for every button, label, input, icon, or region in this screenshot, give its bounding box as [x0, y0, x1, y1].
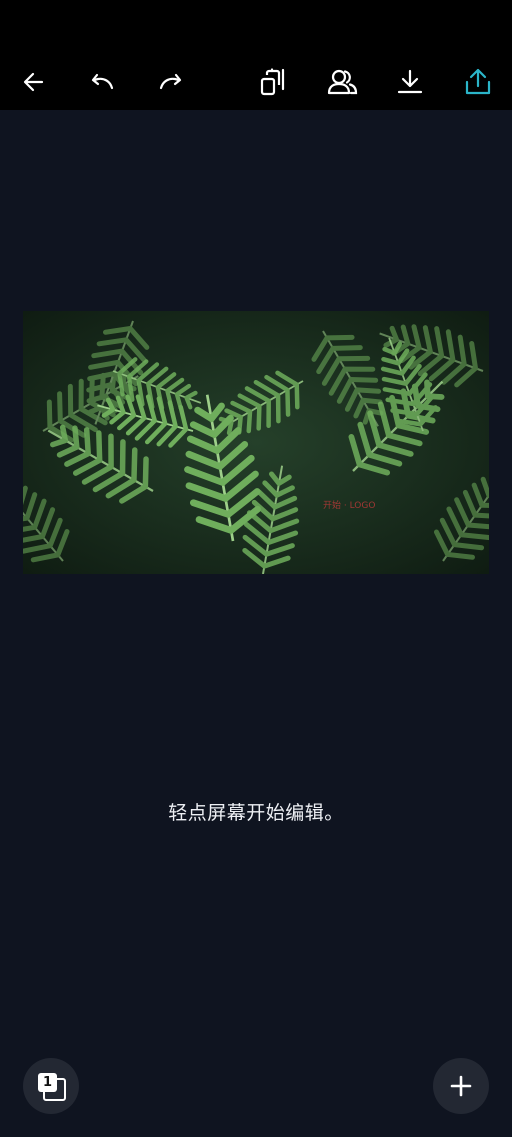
editor-screen: 开始 · LOGO 轻点屏幕开始编辑。 1: [0, 0, 512, 1137]
share-button[interactable]: [458, 62, 498, 102]
layers-icon: [260, 68, 285, 96]
layers-button[interactable]: [253, 62, 293, 102]
download-icon: [397, 69, 423, 94]
tap-to-edit-hint: 轻点屏幕开始编辑。: [168, 802, 344, 824]
undo-button[interactable]: [82, 62, 122, 102]
download-button[interactable]: [390, 62, 430, 102]
fern-image[interactable]: 开始 · LOGO: [23, 311, 489, 574]
undo-icon: [91, 73, 114, 90]
people-icon: [327, 69, 358, 95]
fern-photo: 开始 · LOGO: [23, 311, 489, 574]
redo-button[interactable]: [151, 62, 191, 102]
pages-button[interactable]: 1: [23, 1058, 79, 1114]
top-toolbar: [0, 0, 512, 110]
pages-icon: 1: [38, 1073, 66, 1101]
back-button[interactable]: [14, 62, 54, 102]
page-count: 1: [38, 1073, 57, 1092]
redo-icon: [159, 73, 182, 90]
plus-icon: [450, 1075, 472, 1097]
arrow-left-icon: [23, 72, 44, 92]
collaborators-button[interactable]: [322, 62, 362, 102]
add-element-button[interactable]: [433, 1058, 489, 1114]
share-upload-icon: [465, 68, 491, 95]
image-watermark: 开始 · LOGO: [323, 499, 375, 511]
